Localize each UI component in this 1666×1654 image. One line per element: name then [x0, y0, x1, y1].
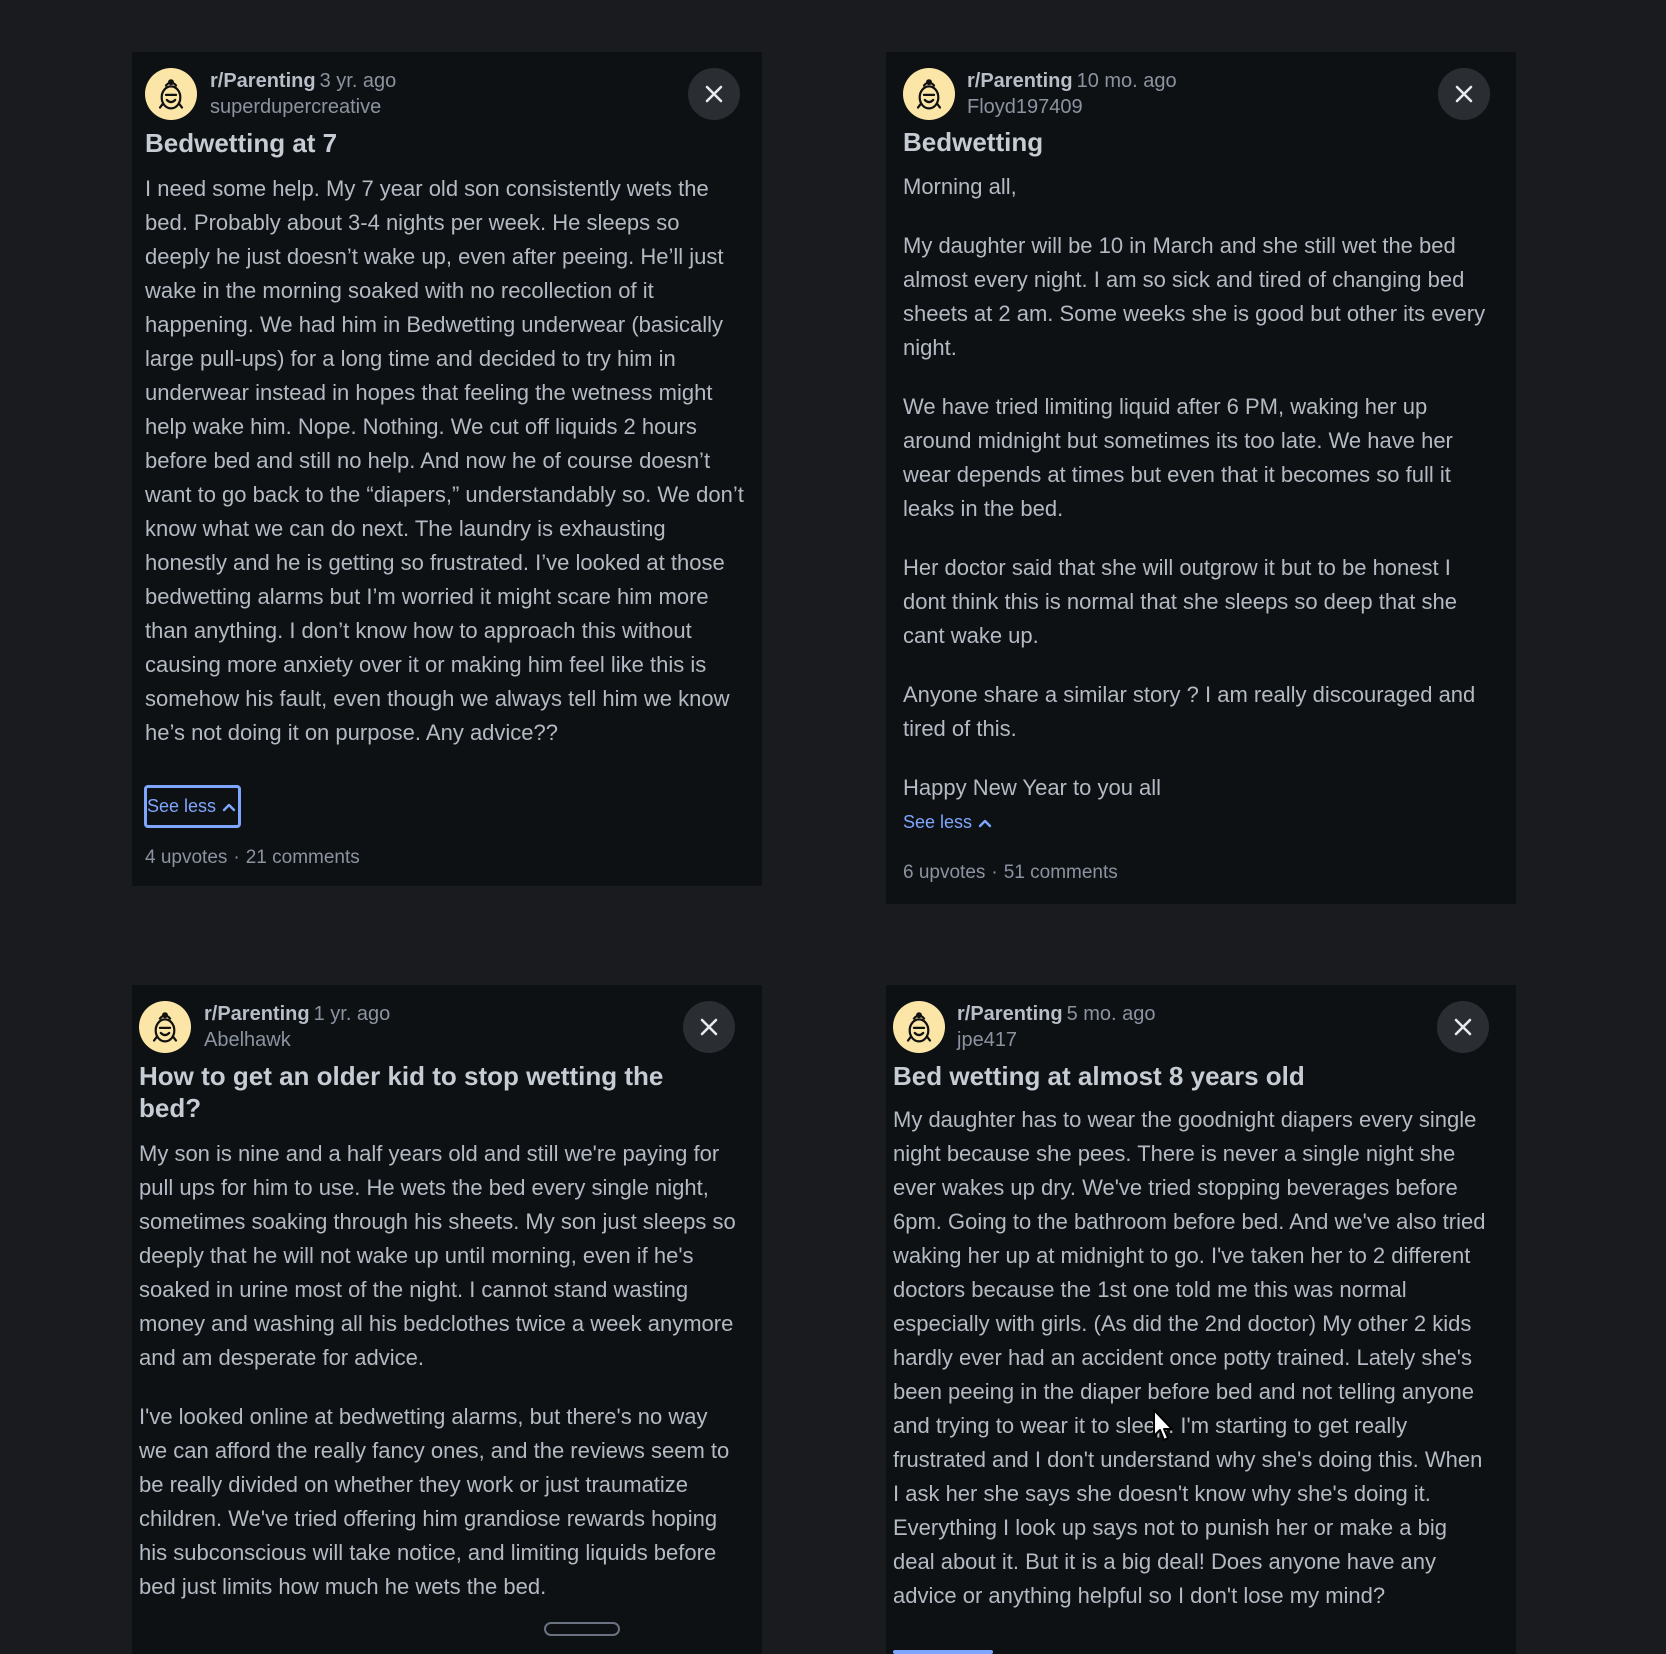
post-meta: r/Parenting 1 yr. ago Abelhawk: [204, 1001, 390, 1053]
close-button[interactable]: [683, 1001, 735, 1053]
chevron-up-icon: [222, 802, 236, 812]
subreddit-link[interactable]: r/Parenting: [967, 70, 1073, 92]
post-paragraph: Anyone share a similar story ? I am real…: [903, 682, 1476, 741]
subreddit-link[interactable]: r/Parenting: [957, 1003, 1063, 1025]
close-icon: [702, 82, 726, 106]
close-button[interactable]: [1437, 1001, 1489, 1053]
snoo-parenting-icon[interactable]: [145, 68, 197, 120]
post-body: My daughter has to wear the goodnight di…: [893, 1103, 1493, 1613]
author-name[interactable]: Floyd197409: [967, 94, 1177, 120]
post-age: 5 mo. ago: [1066, 1003, 1156, 1025]
subreddit-link[interactable]: r/Parenting: [210, 70, 316, 92]
post-paragraph: Morning all,: [903, 174, 1017, 199]
see-less-label: See less: [147, 796, 217, 816]
see-less-button[interactable]: See less: [903, 812, 992, 833]
scroll-indicator[interactable]: [544, 1622, 620, 1636]
upvote-count: 4 upvotes: [145, 847, 228, 868]
comment-count[interactable]: 51 comments: [1004, 862, 1118, 883]
mouse-cursor-icon: [1153, 1409, 1173, 1441]
post-body: Morning all, My daughter will be 10 in M…: [903, 170, 1499, 805]
post-body: I need some help. My 7 year old son cons…: [145, 172, 745, 750]
post-title[interactable]: How to get an older kid to stop wetting …: [139, 1060, 699, 1124]
post-paragraph: My daughter has to wear the goodnight di…: [893, 1107, 1486, 1608]
post-age: 10 mo. ago: [1076, 70, 1177, 92]
post-paragraph: I've looked online at bedwetting alarms,…: [139, 1404, 730, 1599]
focus-indicator: [893, 1650, 993, 1654]
see-less-label: See less: [903, 812, 973, 832]
post-title[interactable]: Bedwetting at 7: [145, 127, 735, 159]
post-paragraph: I need some help. My 7 year old son cons…: [145, 176, 744, 745]
subreddit-link[interactable]: r/Parenting: [204, 1003, 310, 1025]
close-icon: [697, 1015, 721, 1039]
snoo-parenting-icon[interactable]: [139, 1001, 191, 1053]
post-body: My son is nine and a half years old and …: [139, 1137, 739, 1604]
post-stats: 4 upvotes · 21 comments: [145, 847, 360, 869]
post-paragraph: We have tried limiting liquid after 6 PM…: [903, 394, 1453, 521]
post-meta: r/Parenting 10 mo. ago Floyd197409: [967, 68, 1177, 120]
chevron-up-icon: [978, 818, 992, 828]
post-card[interactable]: r/Parenting 1 yr. ago Abelhawk How to get…: [132, 985, 762, 1654]
post-age: 1 yr. ago: [313, 1003, 391, 1025]
post-age: 3 yr. ago: [319, 70, 397, 92]
post-paragraph: My daughter will be 10 in March and she …: [903, 233, 1486, 360]
close-button[interactable]: [688, 68, 740, 120]
post-title[interactable]: Bedwetting: [903, 126, 1493, 158]
snoo-parenting-icon[interactable]: [903, 68, 955, 120]
upvote-count: 6 upvotes: [903, 862, 986, 883]
post-card[interactable]: r/Parenting 3 yr. ago superdupercreative …: [132, 52, 762, 886]
close-icon: [1451, 1015, 1475, 1039]
comment-count[interactable]: 21 comments: [246, 847, 360, 868]
post-meta: r/Parenting 3 yr. ago superdupercreative: [210, 68, 396, 120]
see-less-button[interactable]: See less: [144, 785, 242, 828]
post-title[interactable]: Bed wetting at almost 8 years old: [893, 1060, 1493, 1092]
snoo-parenting-icon[interactable]: [893, 1001, 945, 1053]
post-card[interactable]: r/Parenting 10 mo. ago Floyd197409 Bedwet…: [886, 52, 1516, 904]
close-button[interactable]: [1438, 68, 1490, 120]
post-card[interactable]: r/Parenting 5 mo. ago jpe417 Bed wetting …: [886, 985, 1516, 1654]
author-name[interactable]: superdupercreative: [210, 94, 396, 120]
close-icon: [1452, 82, 1476, 106]
author-name[interactable]: jpe417: [957, 1027, 1156, 1053]
post-paragraph: My son is nine and a half years old and …: [139, 1141, 736, 1370]
author-name[interactable]: Abelhawk: [204, 1027, 390, 1053]
post-paragraph: Her doctor said that she will outgrow it…: [903, 555, 1457, 648]
stats-separator: ·: [991, 862, 998, 883]
post-paragraph: Happy New Year to you all: [903, 775, 1162, 800]
post-meta: r/Parenting 5 mo. ago jpe417: [957, 1001, 1156, 1053]
post-stats: 6 upvotes · 51 comments: [903, 862, 1118, 884]
stats-separator: ·: [233, 847, 240, 868]
